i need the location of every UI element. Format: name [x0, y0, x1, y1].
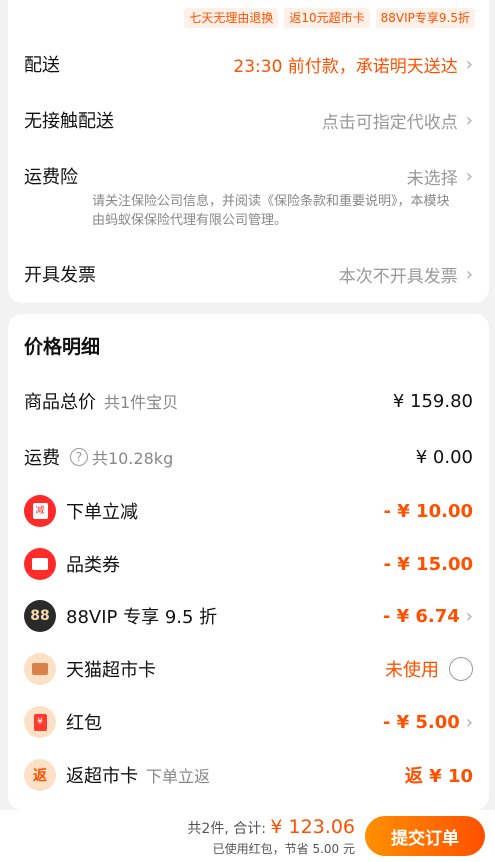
- insurance-note: 请关注保险公司信息，并阅读《保险条款和重要说明》，本模块由蚂蚁保保险代理有限公司…: [92, 194, 450, 228]
- discount-icon: 减: [24, 495, 56, 527]
- contactless-value: 点击可指定代收点: [321, 112, 458, 133]
- order-summary: 共2件, 合计: ¥ 123.06: [187, 816, 355, 838]
- question-icon[interactable]: ?: [70, 448, 88, 466]
- tag-rebate: 返10元超市卡: [284, 8, 370, 28]
- goods-total-row: 商品总价 共1件宝贝 ¥ 159.80: [24, 384, 473, 418]
- vip88-label: 88VIP 专享 9.5 折: [66, 607, 218, 628]
- service-tags: 七天无理由退换 返10元超市卡 88VIP专享9.5折: [184, 8, 475, 28]
- tag-return: 七天无理由退换: [184, 8, 279, 28]
- supermarket-card-status: 未使用: [385, 660, 439, 681]
- rebate-card-label: 返超市卡: [66, 766, 138, 787]
- freight-insurance-value: 未选择: [406, 168, 458, 189]
- vip88-row[interactable]: 88 88VIP 专享 9.5 折 - ¥ 6.74 ›: [24, 599, 473, 633]
- vip88-amount: - ¥ 6.74: [382, 605, 460, 627]
- supermarket-card-radio[interactable]: [449, 657, 473, 681]
- supermarket-card-row[interactable]: 天猫超市卡 未使用: [24, 652, 473, 686]
- red-packet-amount: - ¥ 5.00: [382, 711, 460, 733]
- instant-discount-amount: - ¥ 10.00: [383, 500, 473, 522]
- freight-label: 运费: [24, 448, 60, 469]
- category-coupon-amount: - ¥ 15.00: [383, 553, 473, 575]
- supermarket-card-label: 天猫超市卡: [66, 660, 156, 681]
- rebate-icon: 返: [24, 759, 56, 791]
- chevron-right-icon: ›: [465, 711, 473, 733]
- freight-insurance-row[interactable]: 运费险 未选择 ›: [24, 161, 473, 191]
- coupon-icon: [24, 548, 56, 580]
- shipping-value: 23:30 前付款，承诺明天送达: [233, 56, 458, 77]
- category-coupon-row: 品类券 - ¥ 15.00: [24, 547, 473, 581]
- tag-vip: 88VIP专享9.5折: [375, 8, 475, 28]
- contactless-label: 无接触配送: [24, 111, 114, 132]
- goods-count: 共1件宝贝: [104, 393, 179, 412]
- shipping-row[interactable]: 配送 23:30 前付款，承诺明天送达 ›: [24, 49, 473, 79]
- contactless-row[interactable]: 无接触配送 点击可指定代收点 ›: [24, 105, 473, 135]
- price-detail-title: 价格明细: [24, 336, 101, 358]
- freight-weight: 共10.28kg: [92, 449, 174, 468]
- total-label: 合计:: [233, 821, 266, 837]
- freight-row: 运费 ? 共10.28kg ¥ 0.00: [24, 440, 473, 474]
- invoice-value: 本次不开具发票: [338, 266, 458, 287]
- vip88-icon: 88: [24, 600, 56, 632]
- category-coupon-label: 品类券: [66, 555, 120, 576]
- chevron-right-icon: ›: [465, 165, 473, 187]
- goods-total-amount: ¥ 159.80: [392, 390, 473, 412]
- red-packet-label: 红包: [66, 713, 102, 734]
- chevron-right-icon: ›: [465, 605, 473, 627]
- goods-total-label: 商品总价: [24, 392, 96, 413]
- chevron-right-icon: ›: [465, 53, 473, 75]
- rebate-card-amount: 返 ¥ 10: [404, 766, 473, 787]
- red-packet-icon: ¥: [24, 706, 56, 738]
- saved-amount: 已使用红包，节省 5.00 元: [212, 842, 355, 856]
- wallet-card-icon: [24, 653, 56, 685]
- order-total: ¥ 123.06: [270, 816, 355, 838]
- instant-discount-row: 减 下单立减 - ¥ 10.00: [24, 494, 473, 528]
- delivery-card: 七天无理由退换 返10元超市卡 88VIP专享9.5折 配送 23:30 前付款…: [8, 0, 489, 303]
- price-detail-card: 价格明细 商品总价 共1件宝贝 ¥ 159.80 运费 ? 共10.28kg ¥…: [8, 314, 489, 810]
- instant-discount-label: 下单立减: [66, 502, 138, 523]
- shipping-label: 配送: [24, 55, 60, 76]
- freight-amount: ¥ 0.00: [415, 446, 473, 468]
- checkout-bar: 共2件, 合计: ¥ 123.06 已使用红包，节省 5.00 元 提交订单: [0, 810, 495, 862]
- rebate-card-sub: 下单立返: [146, 767, 211, 786]
- invoice-row[interactable]: 开具发票 本次不开具发票 ›: [24, 259, 473, 289]
- chevron-right-icon: ›: [465, 109, 473, 131]
- invoice-label: 开具发票: [24, 265, 96, 286]
- item-count: 共2件,: [187, 821, 229, 837]
- submit-order-button[interactable]: 提交订单: [365, 816, 485, 856]
- freight-insurance-label: 运费险: [24, 167, 78, 188]
- rebate-card-row: 返 返超市卡 下单立返 返 ¥ 10: [24, 758, 473, 792]
- chevron-right-icon: ›: [465, 263, 473, 285]
- red-packet-row[interactable]: ¥ 红包 - ¥ 5.00 ›: [24, 705, 473, 739]
